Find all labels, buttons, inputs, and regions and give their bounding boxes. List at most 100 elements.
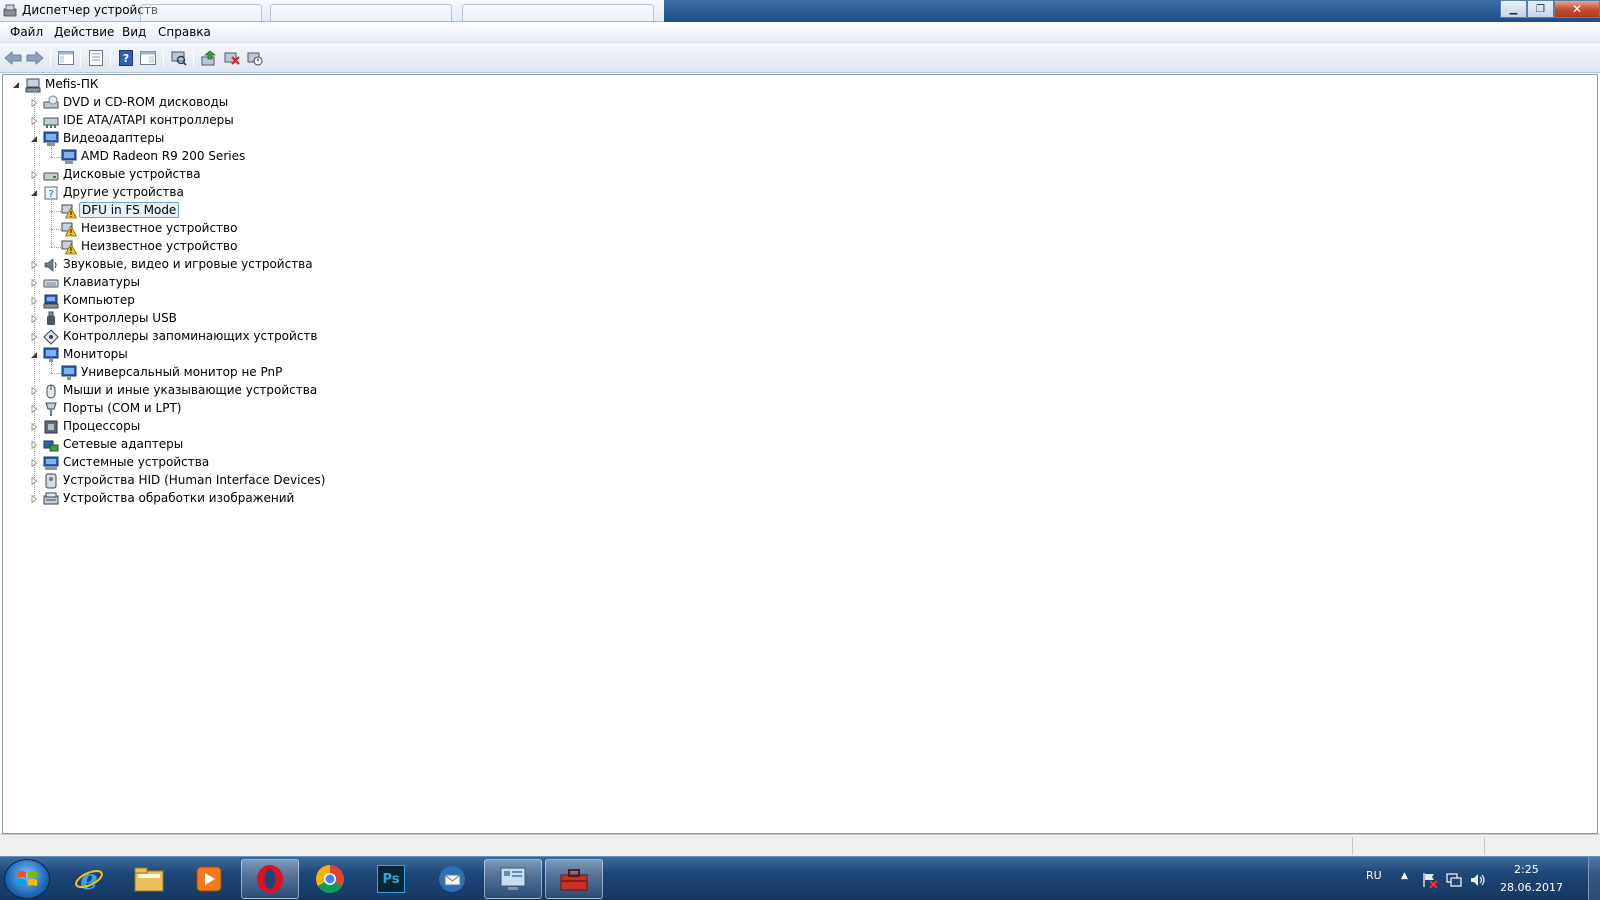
device-manager-icon <box>3 4 17 17</box>
expand-triangle-icon[interactable] <box>30 261 38 269</box>
taskbar-app-explorer[interactable] <box>120 859 178 899</box>
tree-category-item[interactable]: Дисковые устройства <box>3 166 403 184</box>
view-button[interactable] <box>138 48 158 68</box>
show-hidden-icons-button[interactable]: ▲ <box>1401 871 1408 881</box>
taskbar-app-ie[interactable]: e <box>60 859 118 899</box>
uninstall-button[interactable] <box>222 48 242 68</box>
back-arrow-icon <box>4 51 22 65</box>
tree-category-item[interactable]: Звуковые, видео и игровые устройства <box>3 256 403 274</box>
taskbar-app-thunderbird[interactable] <box>423 859 481 899</box>
expand-triangle-icon[interactable] <box>30 99 38 107</box>
tree-device-item[interactable]: Универсальный монитор не PnP <box>3 355 403 382</box>
help-button[interactable]: ? <box>116 48 136 68</box>
toolbar-separator <box>163 49 164 67</box>
tree-root[interactable]: Mefis-ПК <box>3 76 403 94</box>
close-button[interactable]: ✕ <box>1554 0 1600 18</box>
tree-item-label: Мыши и иные указывающие устройства <box>63 383 318 397</box>
menu-view[interactable]: Вид <box>122 25 146 39</box>
scan-hardware-button[interactable] <box>169 48 189 68</box>
opera-icon <box>257 865 283 893</box>
tree-category-item[interactable]: Сетевые адаптеры <box>3 436 403 454</box>
language-indicator[interactable]: RU <box>1366 869 1382 882</box>
taskbar-app-chrome[interactable] <box>301 859 359 899</box>
toolbar-separator <box>80 49 81 67</box>
clock-date[interactable]: 28.06.2017 <box>1500 881 1563 894</box>
collapse-triangle-icon[interactable] <box>30 135 38 143</box>
media-player-icon <box>196 866 222 892</box>
tree-item-label: Устройства HID (Human Interface Devices) <box>63 473 326 487</box>
expand-triangle-icon[interactable] <box>30 171 38 179</box>
tree-guide-line <box>51 211 61 212</box>
menu-help[interactable]: Справка <box>158 25 211 39</box>
menu-action[interactable]: Действие <box>54 25 114 39</box>
clock-time[interactable]: 2:25 <box>1514 863 1539 876</box>
disable-device-button[interactable] <box>245 48 265 68</box>
device-tree[interactable]: Mefis-ПК DVD и CD-ROM дисководы IDE ATA/A… <box>2 74 1598 834</box>
tree-category-item[interactable]: IDE ATA/ATAPI контроллеры <box>3 112 403 130</box>
tree-category-item[interactable]: Мониторы <box>3 346 403 364</box>
tree-item-label: Клавиатуры <box>63 275 140 289</box>
start-button[interactable] <box>4 859 50 899</box>
title-bar[interactable]: Диспетчер устройств ▁ ❐ ✕ <box>0 0 1600 22</box>
expand-triangle-icon[interactable] <box>30 279 38 287</box>
expand-triangle-icon[interactable] <box>30 315 38 323</box>
taskbar-app-control-panel[interactable] <box>484 859 542 899</box>
tree-item-label: Неизвестное устройство <box>81 239 238 253</box>
tree-device-item[interactable]: DFU in FS Mode <box>3 193 403 220</box>
tree-category-item[interactable]: DVD и CD-ROM дисководы <box>3 94 403 112</box>
expand-triangle-icon[interactable] <box>30 477 38 485</box>
expand-triangle-icon[interactable] <box>30 117 38 125</box>
taskbar-app-opera[interactable] <box>241 859 299 899</box>
tree-category-item[interactable]: Компьютер <box>3 292 403 310</box>
background-tab <box>462 4 654 22</box>
show-desktop-button[interactable] <box>1588 857 1600 900</box>
tree-category-item[interactable]: Системные устройства <box>3 454 403 472</box>
expand-triangle-icon[interactable] <box>30 387 38 395</box>
back-button[interactable] <box>3 48 23 68</box>
hid-icon <box>45 473 57 489</box>
close-icon: ✕ <box>1571 2 1583 16</box>
taskbar-app-media[interactable] <box>180 859 238 899</box>
expand-triangle-icon[interactable] <box>30 441 38 449</box>
tree-category-item[interactable]: Устройства обработки изображений <box>3 490 403 508</box>
update-driver-button[interactable] <box>199 48 219 68</box>
tree-category-item[interactable]: Клавиатуры <box>3 274 403 292</box>
network-icon[interactable] <box>1446 872 1462 888</box>
expand-triangle-icon[interactable] <box>30 423 38 431</box>
taskbar-app-photoshop[interactable]: Ps <box>362 859 420 899</box>
console-tree-button[interactable] <box>56 48 76 68</box>
collapse-triangle-icon[interactable] <box>12 81 20 89</box>
collapse-triangle-icon[interactable] <box>30 189 38 197</box>
tree-category-item[interactable]: Контроллеры USB <box>3 310 403 328</box>
tree-category-item[interactable]: Мыши и иные указывающие устройства <box>3 382 403 400</box>
expand-triangle-icon[interactable] <box>30 297 38 305</box>
tree-category-item[interactable]: Порты (COM и LPT) <box>3 400 403 418</box>
internet-explorer-icon: e <box>75 864 103 894</box>
menu-file[interactable]: Файл <box>10 25 43 39</box>
tree-device-item[interactable]: Неизвестное устройство <box>3 211 403 238</box>
tree-category-item[interactable]: Устройства HID (Human Interface Devices) <box>3 472 403 490</box>
warning-device-icon <box>61 222 77 237</box>
minimize-button[interactable]: ▁ <box>1500 0 1527 18</box>
expand-triangle-icon[interactable] <box>30 495 38 503</box>
tree-device-item[interactable]: AMD Radeon R9 200 Series <box>3 139 403 166</box>
tree-device-item[interactable]: Неизвестное устройство <box>3 229 403 256</box>
volume-icon[interactable] <box>1470 872 1486 888</box>
background-tab <box>270 4 452 22</box>
restore-button[interactable]: ❐ <box>1527 0 1554 18</box>
properties-button[interactable] <box>86 48 106 68</box>
collapse-triangle-icon[interactable] <box>30 351 38 359</box>
expand-triangle-icon[interactable] <box>30 459 38 467</box>
tree-category-item[interactable]: Процессоры <box>3 418 403 436</box>
photoshop-icon: Ps <box>377 865 405 893</box>
tree-guide-line <box>51 355 52 373</box>
tree-category-item[interactable]: ? Другие устройства <box>3 184 403 202</box>
tree-category-item[interactable]: Контроллеры запоминающих устройств <box>3 328 403 346</box>
expand-triangle-icon[interactable] <box>30 405 38 413</box>
device-manager-icon <box>560 869 588 891</box>
action-center-flag-icon[interactable] <box>1422 872 1438 888</box>
taskbar-app-device-manager[interactable] <box>545 859 603 899</box>
forward-button[interactable] <box>25 48 45 68</box>
tree-category-item[interactable]: Видеоадаптеры <box>3 130 403 148</box>
expand-triangle-icon[interactable] <box>30 333 38 341</box>
